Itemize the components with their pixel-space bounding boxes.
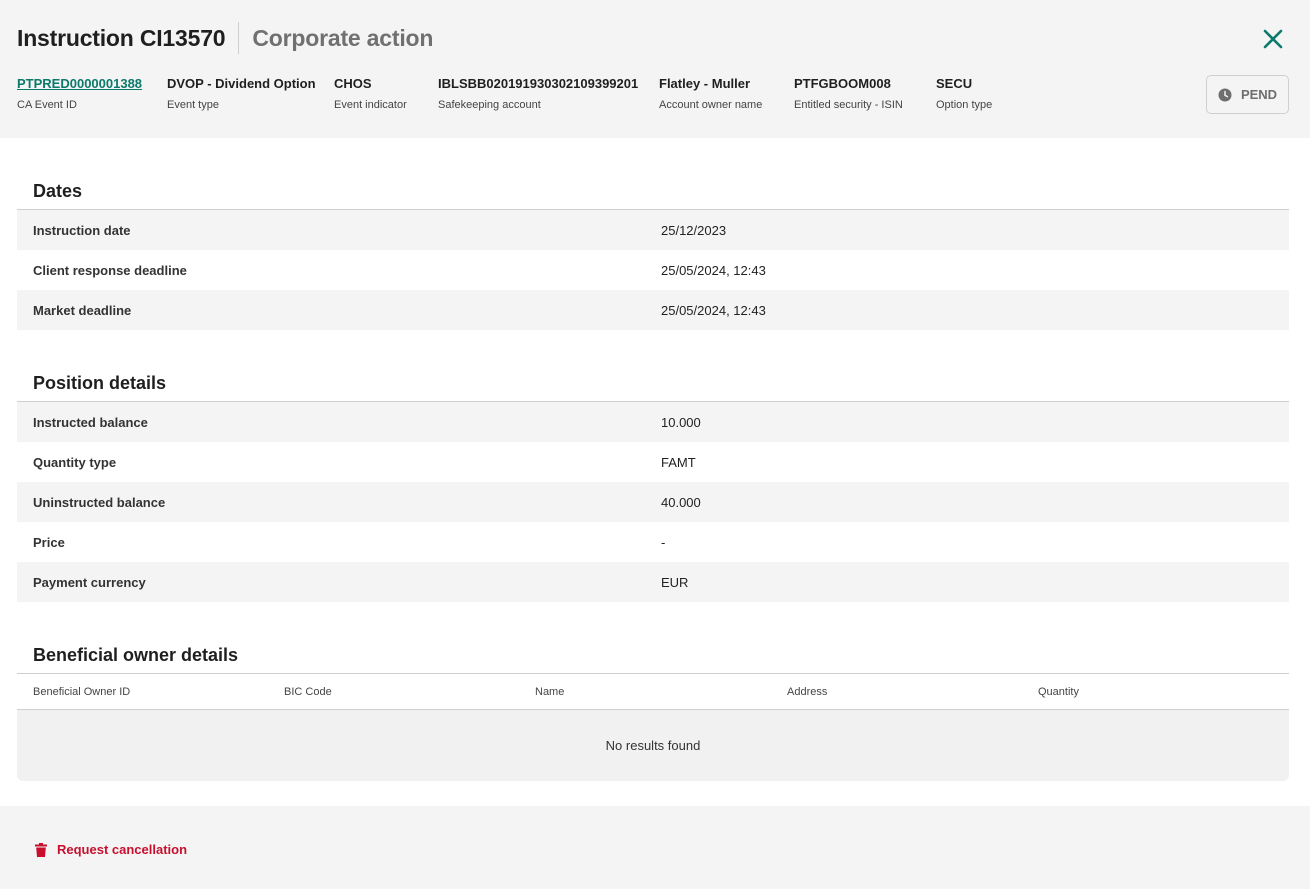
meta-value: CHOS — [334, 76, 372, 91]
meta-event-type: DVOP - Dividend Option Event type — [167, 76, 316, 111]
meta-value: IBLSBB020191930302109399201 — [438, 76, 639, 91]
meta-label: Event indicator — [334, 99, 407, 111]
column-header-beneficial-owner-id[interactable]: Beneficial Owner ID — [33, 686, 130, 698]
uninstructed-balance-row: Uninstructed balance 40.000 — [17, 482, 1289, 522]
row-label: Uninstructed balance — [33, 494, 166, 510]
payment-currency-row: Payment currency EUR — [17, 562, 1289, 602]
row-value: 25/05/2024, 12:43 — [661, 302, 766, 318]
meta-safekeeping-account: IBLSBB020191930302109399201 Safekeeping … — [438, 76, 638, 111]
row-label: Instruction date — [33, 222, 131, 238]
row-value: 25/05/2024, 12:43 — [661, 262, 766, 278]
meta-value: PTFGBOOM008 — [794, 76, 891, 91]
row-label: Price — [33, 534, 65, 550]
price-row: Price - — [17, 522, 1289, 562]
meta-label: Safekeeping account — [438, 99, 541, 111]
title-row: Instruction CI13570 Corporate action — [17, 22, 433, 54]
meta-account-owner: Flatley - Muller Account owner name — [659, 76, 762, 111]
meta-value: Flatley - Muller — [659, 76, 751, 91]
row-value: 25/12/2023 — [661, 222, 727, 238]
column-header-address[interactable]: Address — [787, 686, 827, 698]
column-header-quantity[interactable]: Quantity — [1038, 686, 1079, 698]
status-label: PEND — [1240, 87, 1278, 102]
row-value: 10.000 — [661, 414, 701, 430]
request-cancellation-label: Request cancellation — [57, 842, 188, 857]
status-badge[interactable]: PEND — [1206, 75, 1289, 114]
empty-state-text: No results found — [605, 738, 701, 753]
meta-label: Account owner name — [659, 99, 763, 111]
column-header-bic-code[interactable]: BIC Code — [284, 686, 332, 698]
position-section-title: Position details — [33, 373, 167, 393]
clock-icon — [1218, 88, 1232, 101]
page-title: Instruction CI13570 — [17, 24, 226, 51]
column-header-name[interactable]: Name — [535, 686, 564, 698]
beneficial-section-title: Beneficial owner details — [33, 645, 239, 665]
trash-icon — [35, 842, 47, 857]
dates-section-title: Dates — [33, 181, 83, 201]
quantity-type-row: Quantity type FAMT — [17, 442, 1289, 482]
footer-bar: Request cancellation — [0, 806, 1310, 889]
row-label: Market deadline — [33, 302, 132, 318]
page-subtitle: Corporate action — [252, 24, 434, 51]
meta-option-type: SECU Option type — [936, 76, 992, 111]
close-button[interactable] — [1259, 25, 1287, 53]
section-divider — [17, 673, 1289, 674]
row-value: EUR — [661, 574, 689, 590]
request-cancellation-button[interactable]: Request cancellation — [35, 842, 187, 857]
client-response-deadline-row: Client response deadline 25/05/2024, 12:… — [17, 250, 1289, 290]
meta-value: SECU — [936, 76, 973, 91]
meta-ca-event-id: PTPRED0000001388 CA Event ID — [17, 76, 142, 111]
instruction-date-row: Instruction date 25/12/2023 — [17, 210, 1289, 250]
meta-entitled-security: PTFGBOOM008 Entitled security - ISIN — [794, 76, 903, 111]
ca-event-id-link[interactable]: PTPRED0000001388 — [17, 76, 142, 92]
row-value: FAMT — [661, 454, 696, 470]
row-value: 40.000 — [661, 494, 701, 510]
row-value: - — [661, 534, 666, 550]
instruction-header: Instruction CI13570 Corporate action PTP… — [0, 0, 1310, 138]
meta-label: Option type — [936, 99, 993, 111]
meta-label: Entitled security - ISIN — [794, 99, 903, 111]
market-deadline-row: Market deadline 25/05/2024, 12:43 — [17, 290, 1289, 330]
row-label: Instructed balance — [33, 414, 148, 430]
meta-value: DVOP - Dividend Option — [167, 76, 316, 91]
row-label: Payment currency — [33, 574, 146, 590]
empty-state: No results found — [17, 710, 1289, 781]
meta-label: CA Event ID — [17, 99, 77, 111]
title-divider — [238, 22, 240, 54]
close-icon — [1263, 29, 1283, 49]
instructed-balance-row: Instructed balance 10.000 — [17, 402, 1289, 442]
row-label: Client response deadline — [33, 262, 187, 278]
row-label: Quantity type — [33, 454, 117, 470]
meta-event-indicator: CHOS Event indicator — [334, 76, 407, 111]
meta-label: Event type — [167, 99, 219, 111]
beneficial-table-header: Beneficial Owner ID BIC Code Name Addres… — [17, 682, 1289, 704]
